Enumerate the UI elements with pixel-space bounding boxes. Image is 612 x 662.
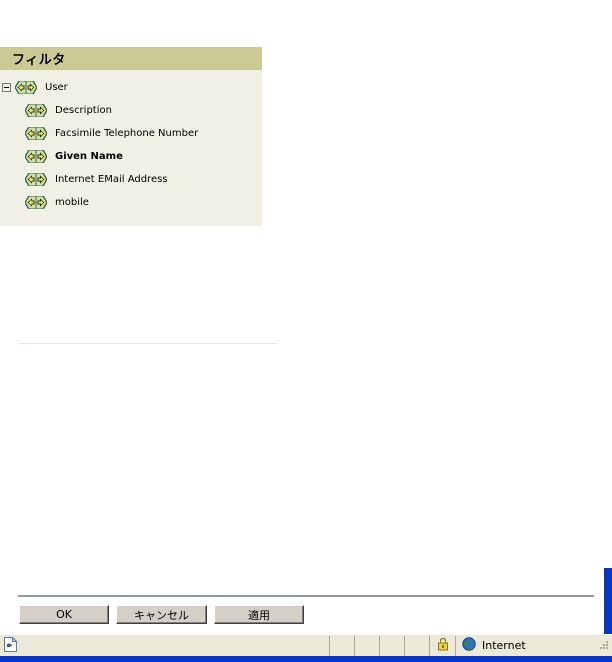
filter-panel-title: フィルタ [12,53,66,68]
cancel-button[interactable]: キャンセル [116,605,207,624]
tree-row-description[interactable]: Description [0,99,262,122]
ok-button[interactable]: OK [19,605,109,624]
status-security-cell[interactable] [430,635,456,656]
page-document-icon [4,636,18,655]
status-cell-3 [380,635,405,656]
tree-row-given-name[interactable]: Given Name [0,145,262,168]
double-arrow-icon[interactable] [24,149,48,164]
status-zone-cell[interactable]: Internet [456,636,612,656]
tree-row-root[interactable]: User [0,76,262,99]
tree-row-internet-email-address[interactable]: Internet EMail Address [0,168,262,191]
globe-internet-icon [462,637,476,654]
double-arrow-icon[interactable] [14,80,38,95]
status-message-cell [0,635,330,656]
tree-label-root: User [45,82,68,93]
form-divider [18,595,594,597]
browser-status-bar: Internet [0,634,612,656]
section-divider [18,343,278,344]
tree-label-description: Description [55,105,112,116]
double-arrow-icon[interactable] [24,126,48,141]
filter-panel: フィルタ User Description Facsimile Telephon… [0,47,262,226]
double-arrow-icon[interactable] [24,195,48,210]
double-arrow-icon[interactable] [24,103,48,118]
filter-attribute-tree[interactable]: User Description Facsimile Telephone Num… [0,70,262,226]
double-arrow-icon[interactable] [24,172,48,187]
tree-row-mobile[interactable]: mobile [0,191,262,214]
apply-button[interactable]: 適用 [214,605,304,624]
padlock-secure-icon [437,637,449,654]
dialog-button-bar: OK キャンセル 適用 [19,605,304,624]
browser-content-area: フィルタ User Description Facsimile Telephon… [0,0,612,634]
status-zone-label: Internet [482,639,526,652]
tree-label-internet-email-address: Internet EMail Address [55,174,168,185]
status-cell-4 [405,635,430,656]
status-cell-1 [330,635,355,656]
frame-edge-right [604,568,612,634]
collapse-minus-icon[interactable] [2,83,11,92]
resize-grip-icon[interactable] [597,638,610,651]
tree-label-mobile: mobile [55,197,89,208]
window-bottom-frame [0,656,612,662]
filter-panel-header: フィルタ [0,47,262,70]
tree-row-facsimile-telephone-number[interactable]: Facsimile Telephone Number [0,122,262,145]
tree-label-given-name: Given Name [55,151,123,162]
tree-label-facsimile-telephone-number: Facsimile Telephone Number [55,128,199,139]
status-cell-2 [355,635,380,656]
